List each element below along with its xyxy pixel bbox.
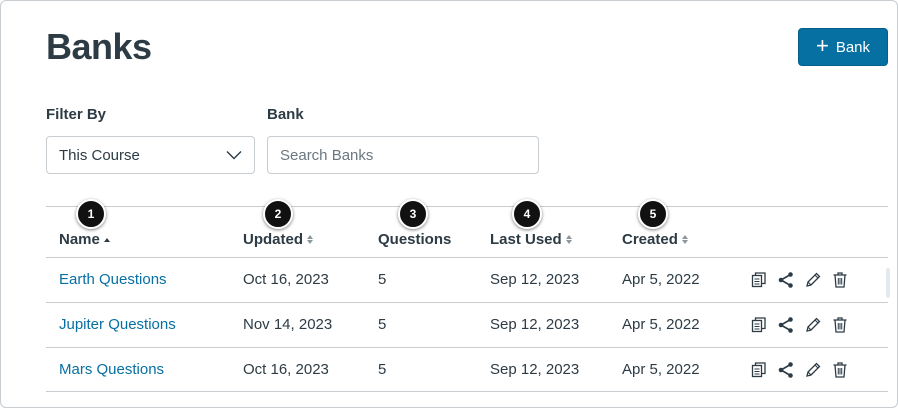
edit-pencil-icon[interactable] <box>804 315 822 335</box>
column-header-created-label: Created <box>622 231 678 248</box>
column-header-last-used-label: Last Used <box>490 231 562 248</box>
bank-name-link[interactable]: Mars Questions <box>59 361 164 378</box>
share-icon[interactable] <box>777 360 795 380</box>
last-used-date: Sep 12, 2023 <box>490 316 580 333</box>
column-header-last-used[interactable]: Last Used <box>490 231 572 248</box>
bank-name-link[interactable]: Earth Questions <box>59 271 167 288</box>
column-header-questions: Questions <box>378 231 451 248</box>
copy-icon[interactable] <box>750 360 768 380</box>
last-used-date: Sep 12, 2023 <box>490 361 580 378</box>
bank-name-link[interactable]: Jupiter Questions <box>59 316 176 333</box>
sort-icon <box>565 235 572 244</box>
copy-icon[interactable] <box>750 270 768 290</box>
trash-icon[interactable] <box>831 270 849 290</box>
chevron-down-icon <box>226 151 242 160</box>
callout-badge: 4 <box>512 199 542 229</box>
last-used-date: Sep 12, 2023 <box>490 271 580 288</box>
table-row: Mars Questions Oct 16, 2023 5 Sep 12, 20… <box>46 347 888 392</box>
question-count: 5 <box>378 361 387 378</box>
column-header-created[interactable]: Created <box>622 231 688 248</box>
updated-date: Oct 16, 2023 <box>243 271 329 288</box>
search-banks-input[interactable] <box>267 136 539 174</box>
trash-icon[interactable] <box>831 360 849 380</box>
sort-icon <box>307 235 313 244</box>
question-count: 5 <box>378 316 387 333</box>
edit-pencil-icon[interactable] <box>804 270 822 290</box>
share-icon[interactable] <box>777 315 795 335</box>
add-bank-button-label: Bank <box>835 38 871 56</box>
plus-icon: + <box>815 33 829 58</box>
callout-badge: 3 <box>398 199 428 229</box>
callout-badge: 2 <box>263 199 293 229</box>
created-date: Apr 5, 2022 <box>622 316 700 333</box>
column-header-updated-label: Updated <box>243 231 303 248</box>
updated-date: Oct 16, 2023 <box>243 361 329 378</box>
filter-by-value: This Course <box>59 146 140 164</box>
edit-pencil-icon[interactable] <box>804 360 822 380</box>
trash-icon[interactable] <box>831 315 849 335</box>
page-title: Banks <box>46 26 152 67</box>
question-count: 5 <box>378 271 387 288</box>
sort-ascending-icon <box>103 237 110 242</box>
table-row: Earth Questions Oct 16, 2023 5 Sep 12, 2… <box>46 257 888 302</box>
row-actions <box>750 315 849 335</box>
filter-by-select[interactable]: This Course <box>46 136 255 174</box>
filter-by-label: Filter By <box>46 106 107 123</box>
share-icon[interactable] <box>777 270 795 290</box>
column-header-updated[interactable]: Updated <box>243 231 313 248</box>
copy-icon[interactable] <box>750 315 768 335</box>
callout-badge: 5 <box>638 199 668 229</box>
table-row: Jupiter Questions Nov 14, 2023 5 Sep 12,… <box>46 302 888 347</box>
created-date: Apr 5, 2022 <box>622 361 700 378</box>
updated-date: Nov 14, 2023 <box>243 316 333 333</box>
table-top-border <box>46 206 888 207</box>
row-actions <box>750 270 849 290</box>
created-date: Apr 5, 2022 <box>622 271 700 288</box>
column-header-questions-label: Questions <box>378 231 452 248</box>
add-bank-button[interactable]: + Bank <box>798 28 888 66</box>
callout-badge: 1 <box>76 199 106 229</box>
column-header-name-label: Name <box>59 231 100 248</box>
sort-icon <box>681 235 688 244</box>
column-header-name[interactable]: Name <box>59 231 110 248</box>
bank-search-label: Bank <box>267 106 304 123</box>
scroll-edge-shadow <box>886 268 890 298</box>
row-actions <box>750 360 849 380</box>
